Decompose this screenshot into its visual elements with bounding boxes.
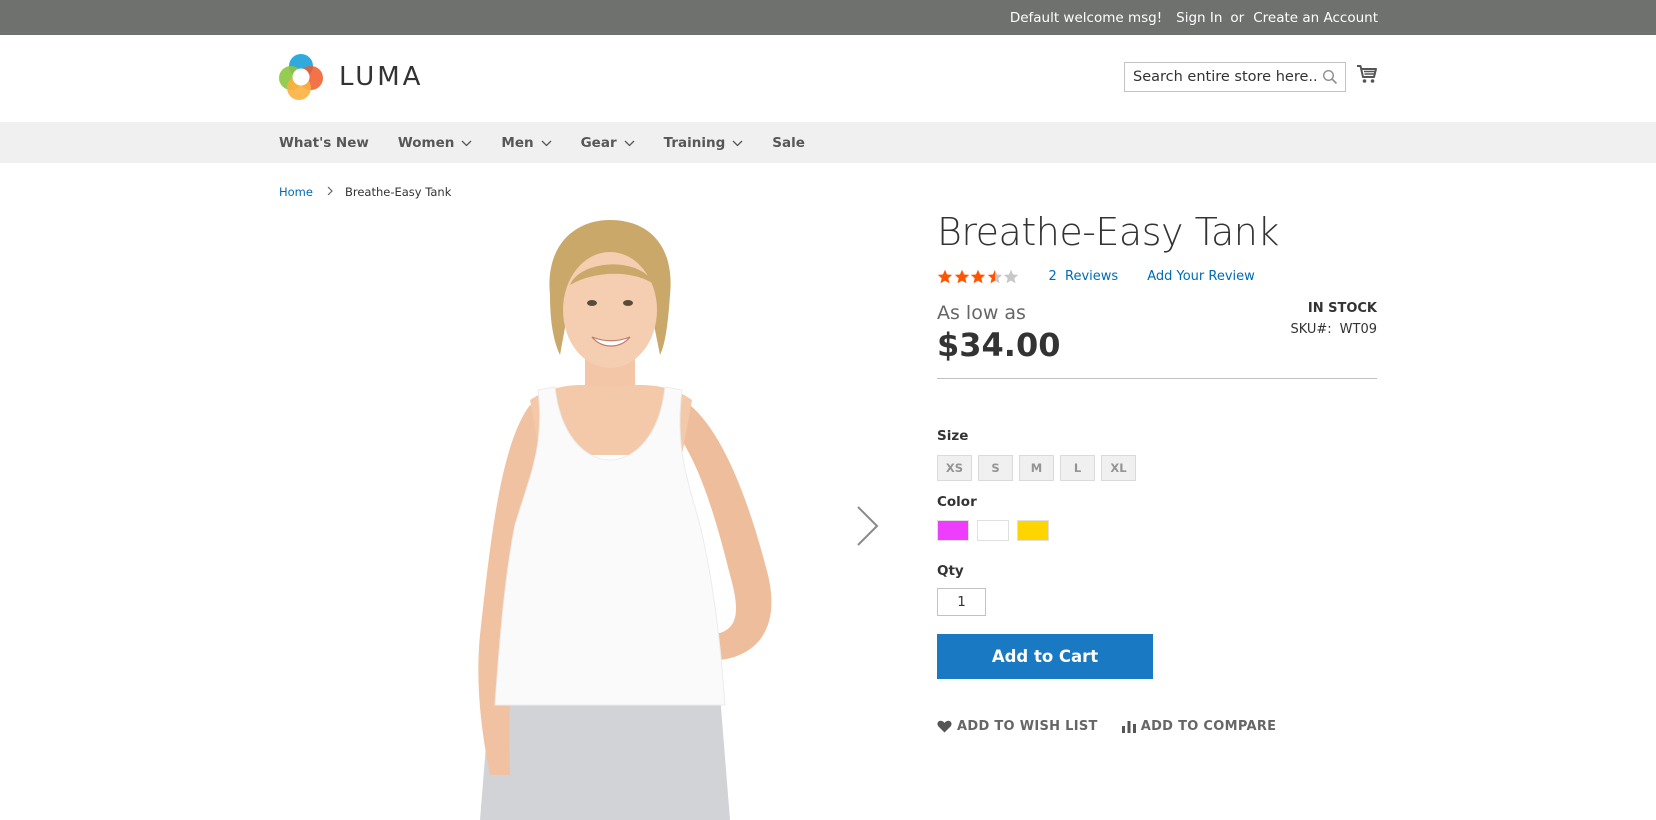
chevron-right-icon — [327, 185, 333, 199]
color-option-yellow[interactable] — [1017, 520, 1049, 541]
product-image[interactable] — [420, 215, 805, 820]
size-option-xs[interactable]: XS — [937, 455, 972, 481]
sign-in-link[interactable]: Sign In — [1176, 10, 1222, 26]
star-icon — [954, 269, 969, 284]
rating-stars — [937, 269, 1020, 284]
chevron-down-icon — [732, 135, 743, 151]
nav-item-label: Gear — [580, 134, 617, 151]
add-review-link[interactable]: Add Your Review — [1147, 269, 1255, 284]
price-prefix: As low as — [937, 302, 1026, 324]
logo-text: LUMA — [339, 62, 424, 92]
stock-status: IN STOCK — [1307, 301, 1377, 316]
add-to-compare-label: ADD TO COMPARE — [1140, 719, 1277, 734]
qty-label: Qty — [937, 563, 964, 579]
color-label: Color — [937, 494, 977, 510]
nav-item-label: Men — [501, 134, 534, 151]
nav-item-label: What's New — [279, 134, 369, 151]
add-to-compare-link[interactable]: ADD TO COMPARE — [1121, 719, 1277, 734]
star-icon — [970, 269, 986, 284]
nav-items: What's New Women Men Gear Training Sale — [279, 122, 834, 163]
color-swatches — [937, 520, 1057, 541]
sku-value: WT09 — [1339, 322, 1377, 337]
nav-item-whats-new[interactable]: What's New — [279, 135, 369, 151]
breadcrumb-home-link[interactable]: Home — [279, 185, 313, 199]
nav-item-label: Sale — [772, 134, 805, 151]
product-price: $34.00 — [937, 326, 1061, 364]
reviews-count: 2 — [1048, 269, 1057, 284]
add-to-wishlist-link[interactable]: ADD TO WISH LIST — [937, 719, 1098, 734]
top-links: Default welcome msg! Sign In or Create a… — [1010, 0, 1378, 35]
next-image-icon[interactable] — [855, 505, 881, 547]
add-to-wishlist-label: ADD TO WISH LIST — [957, 719, 1098, 734]
cart-icon[interactable] — [1356, 63, 1378, 85]
nav-item-gear[interactable]: Gear — [581, 135, 635, 151]
sku: SKU#: WT09 — [1290, 322, 1377, 337]
size-option-xl[interactable]: XL — [1101, 455, 1136, 481]
divider — [937, 378, 1377, 379]
top-panel: Default welcome msg! Sign In or Create a… — [0, 0, 1656, 35]
rating-summary: 2 Reviews Add Your Review — [937, 269, 1255, 284]
main-nav: What's New Women Men Gear Training Sale — [0, 122, 1656, 163]
size-label: Size — [937, 428, 969, 444]
size-swatches: XS S M L XL — [937, 455, 1142, 481]
nav-item-label: Women — [397, 134, 455, 151]
nav-item-training[interactable]: Training — [664, 135, 744, 151]
product-title: Breathe-Easy Tank — [937, 210, 1279, 254]
color-option-white[interactable] — [977, 520, 1009, 541]
luma-logo-icon — [279, 54, 323, 100]
breadcrumb: Home Breathe-Easy Tank — [279, 185, 451, 199]
heart-icon — [937, 720, 952, 733]
size-option-s[interactable]: S — [978, 455, 1013, 481]
welcome-message: Default welcome msg! — [1009, 9, 1163, 26]
color-option-purple[interactable] — [937, 520, 969, 541]
chevron-down-icon — [541, 135, 552, 151]
or-separator: or — [1230, 9, 1245, 26]
reviews-link[interactable]: 2 Reviews — [1049, 269, 1119, 284]
compare-chart-icon — [1121, 721, 1136, 733]
search-box — [1124, 62, 1346, 92]
star-icon — [1003, 269, 1019, 284]
nav-item-men[interactable]: Men — [501, 134, 552, 151]
star-icon — [987, 269, 1002, 284]
sku-label: SKU#: — [1290, 322, 1332, 337]
star-icon — [937, 269, 953, 284]
product-actions: ADD TO WISH LIST ADD TO COMPARE — [937, 719, 1300, 734]
nav-item-label: Training — [663, 134, 726, 151]
chevron-down-icon — [461, 135, 472, 151]
search-input[interactable] — [1125, 63, 1325, 91]
logo[interactable]: LUMA — [279, 54, 423, 100]
add-to-cart-button[interactable]: Add to Cart — [937, 634, 1153, 679]
nav-item-women[interactable]: Women — [398, 135, 473, 151]
reviews-label: Reviews — [1065, 269, 1119, 284]
create-account-link[interactable]: Create an Account — [1253, 10, 1378, 26]
search-icon[interactable] — [1322, 69, 1338, 85]
chevron-down-icon — [624, 135, 635, 151]
size-option-l[interactable]: L — [1060, 455, 1095, 481]
size-option-m[interactable]: M — [1019, 455, 1054, 481]
header: LUMA — [0, 35, 1656, 122]
qty-input[interactable] — [937, 588, 986, 616]
nav-item-sale[interactable]: Sale — [772, 135, 805, 151]
breadcrumb-current: Breathe-Easy Tank — [344, 185, 452, 199]
